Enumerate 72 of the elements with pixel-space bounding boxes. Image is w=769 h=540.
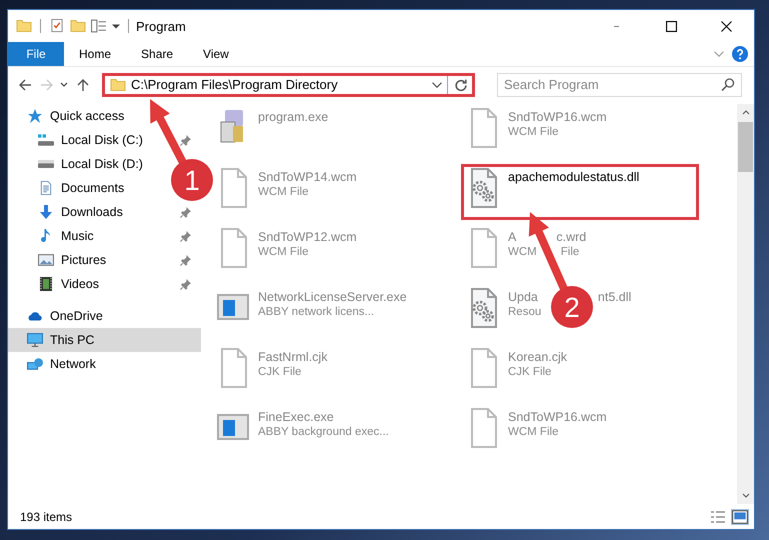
up-arrow-icon[interactable] (76, 78, 90, 92)
sidebar-item[interactable]: Pictures (61, 253, 106, 267)
cloud-icon (27, 309, 43, 323)
file-name: Korean.cjk (508, 350, 568, 364)
file-name: FastNrml.cjk (258, 350, 328, 364)
window-title: Program (136, 18, 186, 34)
file-name: program.exe (258, 110, 328, 124)
file-type: File (560, 246, 580, 258)
file-name: SndToWP16.wcm (508, 410, 607, 424)
file-type: ABBY background exec... (258, 426, 389, 438)
file-type: Resou (508, 306, 542, 318)
annotation-arrow (150, 99, 188, 166)
sidebar-item[interactable]: Downloads (61, 205, 123, 219)
drive-icon (38, 157, 54, 171)
file-type: CJK File (258, 366, 302, 378)
scroll-thumb[interactable] (738, 122, 753, 172)
step-badge: 1 (171, 159, 213, 201)
checklist-icon[interactable] (49, 19, 65, 33)
file-type: WCM File (508, 426, 558, 438)
file-name: A (508, 230, 516, 244)
folder-icon (110, 78, 126, 92)
search-field[interactable]: Search Program (497, 72, 742, 96)
file-type: ABBY network licens... (258, 306, 374, 318)
file-type: WCM File (258, 246, 308, 258)
file-name: apachemodulestatus.dll (508, 170, 640, 184)
step-badge: 2 (551, 286, 593, 328)
refresh-icon[interactable] (453, 78, 469, 92)
large-icons-view-icon[interactable] (732, 510, 748, 524)
file-name: SndToWP16.wcm (508, 110, 607, 124)
properties-icon[interactable] (91, 19, 107, 33)
file-type: WCM (508, 246, 537, 258)
file-item[interactable]: apachemodulestatus.dll (461, 164, 699, 220)
sidebar-item[interactable]: Documents (61, 181, 124, 195)
search-icon (721, 78, 735, 91)
sidebar-item[interactable]: Network (50, 357, 96, 371)
help-icon[interactable] (732, 46, 748, 62)
file-name: SndToWP14.wcm (258, 170, 357, 184)
sidebar-item[interactable]: Local Disk (D:) (61, 157, 143, 171)
close-icon[interactable] (721, 20, 732, 32)
picture-icon (38, 253, 54, 267)
network-icon (27, 357, 43, 371)
file-type: CJK File (508, 366, 552, 378)
monitor-icon (27, 333, 43, 347)
sidebar-item[interactable]: Music (61, 229, 94, 243)
download-arrow-icon (38, 205, 54, 219)
file-name: FineExec.exe (258, 410, 334, 424)
scrollbar[interactable] (737, 104, 754, 504)
file-type: WCM File (258, 186, 308, 198)
maximize-icon[interactable] (666, 20, 677, 32)
dropdown-icon[interactable] (112, 24, 120, 28)
back-icon[interactable] (18, 78, 32, 92)
film-strip-icon (38, 277, 54, 291)
details-view-icon[interactable] (710, 510, 726, 524)
star-icon (27, 109, 43, 123)
sidebar-item[interactable]: This PC (8, 328, 201, 352)
file-menu-button[interactable]: File (8, 42, 64, 66)
sidebar-item[interactable]: Local Disk (C:) (61, 133, 143, 147)
file-name: NetworkLicenseServer.exe (258, 290, 407, 304)
file-name: c.wrd (556, 230, 586, 244)
sidebar-item[interactable]: Quick access (50, 109, 124, 123)
sidebar-item[interactable]: OneDrive (50, 309, 103, 323)
drive-icon (38, 133, 54, 147)
file-name: Upda (508, 290, 538, 304)
file-name: SndToWP12.wcm (258, 230, 357, 244)
chevron-down-icon[interactable] (432, 82, 442, 88)
file-type: WCM File (508, 126, 558, 138)
item-count: 193 items (20, 510, 72, 524)
sidebar-item[interactable]: Videos (61, 277, 99, 291)
file-name: nt5.dll (598, 290, 632, 304)
dropdown-icon[interactable] (60, 82, 68, 87)
address-bar[interactable]: C:\Program Files\Program Directory (102, 72, 475, 96)
document-icon (38, 181, 54, 195)
